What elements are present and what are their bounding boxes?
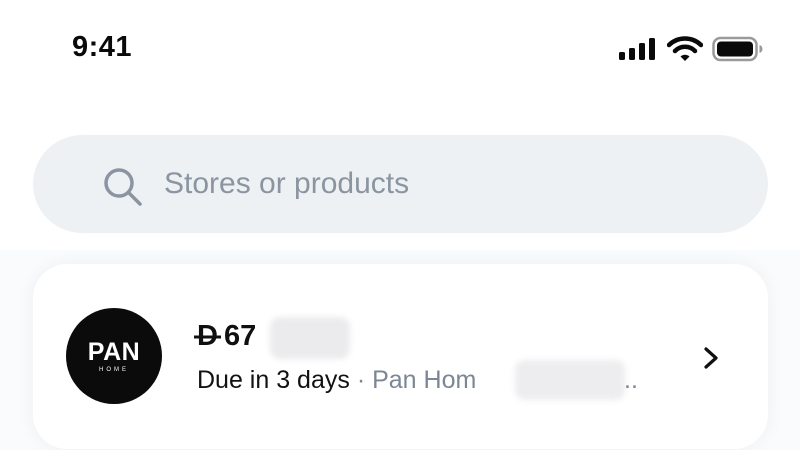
separator: · — [349, 366, 373, 394]
battery-icon — [712, 36, 764, 62]
currency-symbol: D — [197, 320, 218, 352]
search-icon — [101, 165, 145, 214]
cellular-signal-icon — [618, 37, 658, 61]
status-bar: 9:41 — [0, 0, 800, 100]
chevron-right-icon[interactable] — [702, 346, 722, 375]
payment-subtitle: Due in 3 days · Pan Hom — [197, 366, 476, 395]
amount-value: 67 — [223, 320, 257, 352]
logo-text: PAN — [87, 337, 141, 366]
status-icons — [618, 36, 764, 62]
store-logo: PAN HOME — [66, 308, 162, 404]
truncation-ellipsis: .. — [624, 366, 638, 394]
redacted-amount — [270, 317, 350, 359]
search-placeholder: Stores or products — [164, 167, 410, 200]
due-text: Due in 3 days — [197, 366, 350, 394]
store-name: Pan Hom — [372, 366, 477, 394]
redacted-store-name — [515, 360, 625, 400]
search-bar[interactable]: Stores or products — [33, 135, 768, 233]
wifi-icon — [667, 36, 703, 62]
payment-amount: D 67 — [197, 320, 256, 353]
status-time: 9:41 — [72, 31, 133, 63]
logo-subtext: HOME — [99, 366, 129, 373]
